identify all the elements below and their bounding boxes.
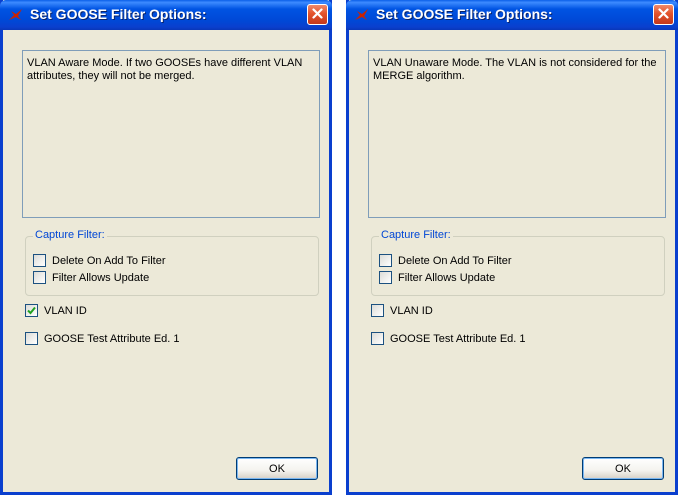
- close-icon: [312, 6, 323, 24]
- goose-filter-dialog-vlan-unaware: Set GOOSE Filter Options: VLAN Unaware M…: [346, 0, 678, 495]
- vlan-id-checkbox[interactable]: VLAN ID: [371, 304, 433, 317]
- close-button[interactable]: [307, 4, 328, 25]
- delete-on-add-checkbox[interactable]: Delete On Add To Filter: [33, 254, 166, 267]
- dialog-title: Set GOOSE Filter Options:: [376, 6, 553, 22]
- dialog-titlebar[interactable]: Set GOOSE Filter Options:: [346, 0, 678, 30]
- goose-test-attribute-checkbox[interactable]: GOOSE Test Attribute Ed. 1: [371, 332, 526, 345]
- goose-test-attribute-checkbox[interactable]: GOOSE Test Attribute Ed. 1: [25, 332, 180, 345]
- checkbox-box[interactable]: [25, 332, 38, 345]
- checkbox-label: Filter Allows Update: [52, 271, 150, 284]
- checkbox-box[interactable]: [33, 271, 46, 284]
- capture-filter-label: Capture Filter:: [33, 229, 107, 241]
- mode-description: VLAN Unaware Mode. The VLAN is not consi…: [368, 50, 666, 218]
- checkbox-label: VLAN ID: [44, 304, 87, 317]
- checkbox-box[interactable]: [371, 332, 384, 345]
- close-button[interactable]: [653, 4, 674, 25]
- checkbox-box[interactable]: [33, 254, 46, 267]
- checkbox-label: VLAN ID: [390, 304, 433, 317]
- mode-description: VLAN Aware Mode. If two GOOSEs have diff…: [22, 50, 320, 218]
- vlan-id-checkbox[interactable]: VLAN ID: [25, 304, 87, 317]
- filter-allows-update-checkbox[interactable]: Filter Allows Update: [379, 271, 495, 284]
- goose-logo-icon: [8, 8, 24, 22]
- filter-allows-update-checkbox[interactable]: Filter Allows Update: [33, 271, 149, 284]
- delete-on-add-checkbox[interactable]: Delete On Add To Filter: [379, 254, 512, 267]
- ok-button[interactable]: OK: [236, 457, 318, 480]
- ok-button[interactable]: OK: [582, 457, 664, 480]
- close-icon: [658, 6, 669, 24]
- checkbox-label: Delete On Add To Filter: [52, 254, 166, 267]
- dialog-title: Set GOOSE Filter Options:: [30, 6, 207, 22]
- dialog-titlebar[interactable]: Set GOOSE Filter Options:: [0, 0, 332, 30]
- checkbox-box[interactable]: [379, 271, 392, 284]
- checkbox-label: GOOSE Test Attribute Ed. 1: [390, 332, 526, 345]
- goose-filter-dialog-vlan-aware: Set GOOSE Filter Options: VLAN Aware Mod…: [0, 0, 332, 495]
- checkbox-label: Delete On Add To Filter: [398, 254, 512, 267]
- goose-logo-icon: [354, 8, 370, 22]
- checkbox-label: Filter Allows Update: [398, 271, 496, 284]
- checkbox-box[interactable]: [379, 254, 392, 267]
- checkbox-label: GOOSE Test Attribute Ed. 1: [44, 332, 180, 345]
- checkbox-box[interactable]: [25, 304, 38, 317]
- checkbox-box[interactable]: [371, 304, 384, 317]
- capture-filter-label: Capture Filter:: [379, 229, 453, 241]
- checkmark-icon: [27, 306, 36, 315]
